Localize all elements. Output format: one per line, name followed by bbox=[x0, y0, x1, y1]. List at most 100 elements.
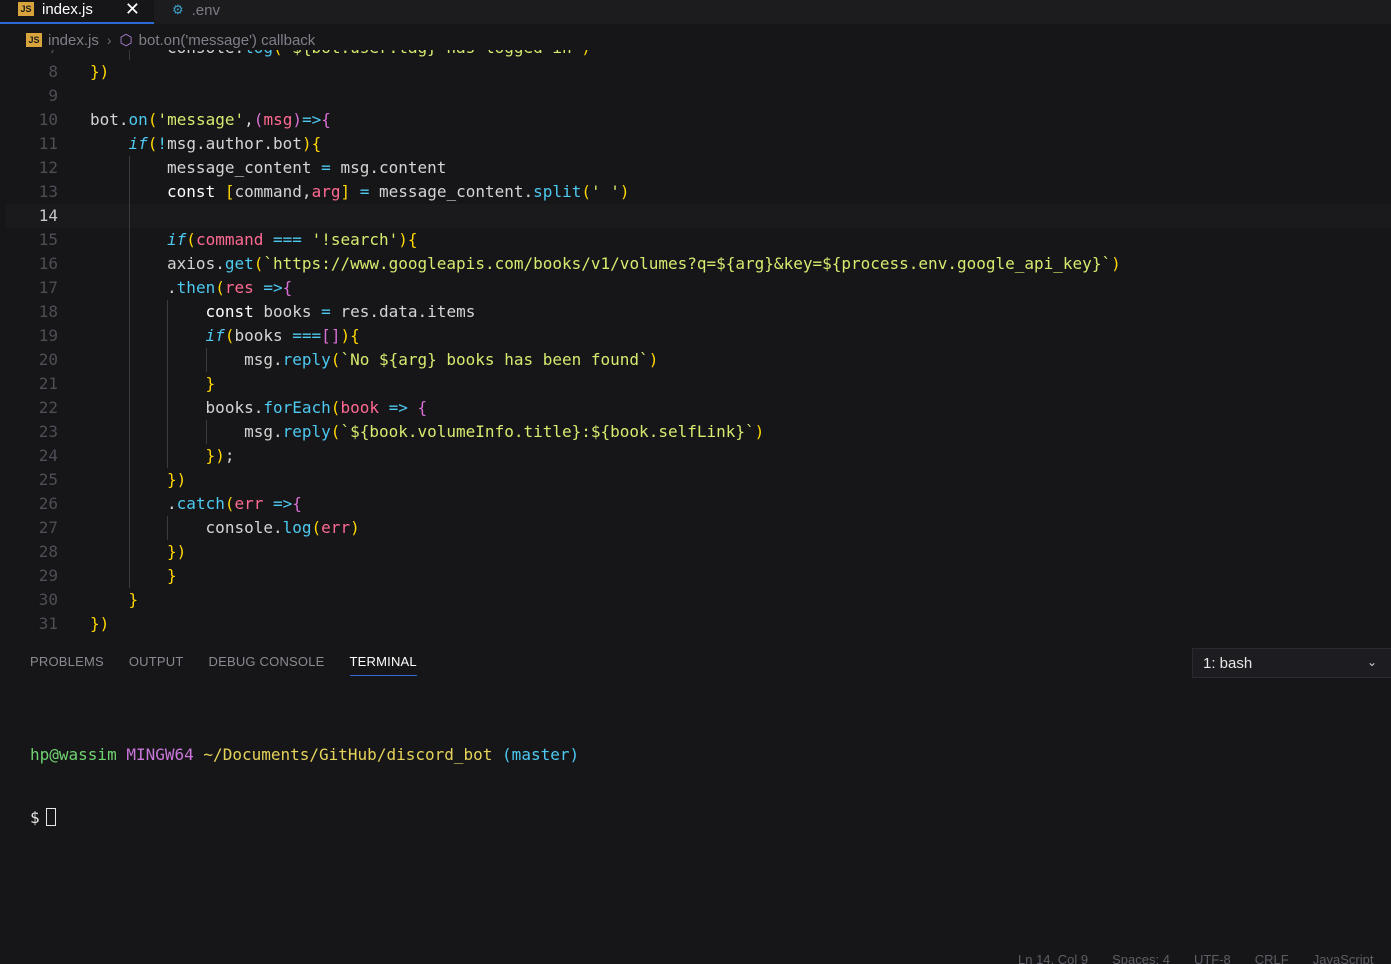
line-number: 18 bbox=[38, 302, 58, 321]
code-line[interactable]: 19 if(books ===[]){ bbox=[6, 324, 1391, 348]
line-number: 29 bbox=[38, 566, 58, 585]
code-line[interactable]: 9 bbox=[6, 84, 1391, 108]
code-line[interactable]: 27 console.log(err) bbox=[6, 516, 1391, 540]
close-icon[interactable]: ✕ bbox=[125, 0, 140, 20]
code-line[interactable]: 20 msg.reply(`No ${arg} books has been fo… bbox=[6, 348, 1391, 372]
indent-guide bbox=[128, 492, 130, 516]
status-cursor-position[interactable]: Ln 14, Col 9 bbox=[1018, 952, 1088, 964]
code-line[interactable]: 23 msg.reply(`${book.volumeInfo.title}:${… bbox=[6, 420, 1391, 444]
code-text: } bbox=[205, 374, 216, 393]
indent-guide bbox=[128, 540, 130, 564]
line-number: 22 bbox=[38, 398, 58, 417]
code-text: }); bbox=[205, 446, 235, 465]
code-line[interactable]: 14 bbox=[6, 204, 1391, 228]
code-text: if(books ===[]){ bbox=[205, 326, 360, 345]
env-file-icon: ⚙ bbox=[171, 2, 184, 17]
chevron-right-icon: › bbox=[106, 32, 112, 48]
js-file-icon: JS bbox=[18, 2, 34, 16]
code-line[interactable]: 12 message_content = msg.content bbox=[6, 156, 1391, 180]
status-encoding[interactable]: UTF-8 bbox=[1194, 952, 1231, 964]
breadcrumb-symbol[interactable]: bot.on('message') callback bbox=[139, 32, 316, 49]
terminal-cursor bbox=[45, 808, 56, 826]
breadcrumb-file[interactable]: index.js bbox=[48, 32, 99, 49]
line-number: 9 bbox=[48, 86, 58, 105]
code-line[interactable]: 13 const [command,arg] = message_content.… bbox=[6, 180, 1391, 204]
tab-output[interactable]: OUTPUT bbox=[129, 654, 184, 676]
bottom-panel: PROBLEMS OUTPUT DEBUG CONSOLE TERMINAL 1… bbox=[0, 640, 1391, 964]
code-text: }) bbox=[167, 542, 187, 561]
code-text: bot.on('message',(msg)=>{ bbox=[90, 110, 331, 129]
tab-index-js[interactable]: JS index.js ✕ bbox=[0, 0, 154, 24]
status-indentation[interactable]: Spaces: 4 bbox=[1112, 952, 1170, 964]
line-number: 15 bbox=[38, 230, 58, 249]
code-line[interactable]: 30} bbox=[6, 588, 1391, 612]
line-number: 21 bbox=[38, 374, 58, 393]
line-number: 7 bbox=[6, 50, 58, 60]
indent-guide bbox=[167, 444, 169, 468]
code-line[interactable]: 11 if(!msg.author.bot){ bbox=[6, 132, 1391, 156]
code-text: axios.get(`https://www.googleapis.com/bo… bbox=[167, 254, 1121, 273]
tab-label: .env bbox=[191, 1, 220, 19]
tab-debug-console[interactable]: DEBUG CONSOLE bbox=[209, 654, 325, 676]
code-line[interactable]: 22 books.forEach(book => { bbox=[6, 396, 1391, 420]
code-line[interactable]: 16 axios.get(`https://www.googleapis.com/… bbox=[6, 252, 1391, 276]
code-text: } bbox=[167, 566, 177, 585]
code-text: if(command === '!search'){ bbox=[167, 230, 418, 249]
panel-tabs: PROBLEMS OUTPUT DEBUG CONSOLE TERMINAL bbox=[30, 654, 417, 676]
code-line[interactable]: 29} bbox=[6, 564, 1391, 588]
line-number: 23 bbox=[38, 422, 58, 441]
code-editor[interactable]: 7 console.log(`${bot.user.tag} has logged… bbox=[6, 50, 1391, 640]
terminal-system: MINGW64 bbox=[126, 745, 194, 764]
indent-guide bbox=[128, 348, 130, 372]
tab-env[interactable]: ⚙ .env bbox=[154, 0, 234, 24]
status-eol[interactable]: CRLF bbox=[1255, 952, 1289, 964]
indent-guide bbox=[128, 324, 130, 348]
indent-guide bbox=[128, 180, 130, 204]
code-text: }) bbox=[90, 614, 110, 633]
line-number: 12 bbox=[38, 158, 58, 177]
terminal-branch: (master) bbox=[502, 745, 580, 764]
line-number: 28 bbox=[38, 542, 58, 561]
code-line[interactable]: 15 if(command === '!search'){ bbox=[6, 228, 1391, 252]
symbol-method-icon: ⬡ bbox=[119, 32, 133, 49]
line-number: 14 bbox=[38, 206, 58, 225]
line-number: 31 bbox=[38, 614, 58, 633]
status-bar: Ln 14, Col 9 Spaces: 4 UTF-8 CRLF JavaSc… bbox=[1018, 952, 1373, 964]
indent-guide bbox=[205, 348, 207, 372]
line-number: 8 bbox=[48, 62, 58, 81]
terminal-output[interactable]: hp@wassim MINGW64 ~/Documents/GitHub/dis… bbox=[30, 702, 579, 870]
code-text: } bbox=[128, 590, 139, 609]
code-line[interactable]: 26 .catch(err =>{ bbox=[6, 492, 1391, 516]
terminal-prompt-line: hp@wassim MINGW64 ~/Documents/GitHub/dis… bbox=[30, 744, 579, 765]
line-number: 19 bbox=[38, 326, 58, 345]
indent-guide bbox=[128, 252, 130, 276]
indent-guide bbox=[167, 396, 169, 420]
code-text: msg.reply(`No ${arg} books has been foun… bbox=[244, 350, 659, 369]
code-line[interactable]: 24}); bbox=[6, 444, 1391, 468]
indent-guide bbox=[128, 228, 130, 252]
tab-problems[interactable]: PROBLEMS bbox=[30, 654, 104, 676]
code-line[interactable]: 21} bbox=[6, 372, 1391, 396]
code-line[interactable]: 7 console.log(`${bot.user.tag} has logged… bbox=[6, 50, 1391, 60]
terminal-shell-select[interactable]: 1: bash ⌄ bbox=[1192, 648, 1391, 678]
tab-terminal[interactable]: TERMINAL bbox=[349, 654, 417, 676]
line-number: 20 bbox=[38, 350, 58, 369]
line-number: 24 bbox=[38, 446, 58, 465]
code-line[interactable]: 31}) bbox=[6, 612, 1391, 636]
code-line[interactable]: 10 bot.on('message',(msg)=>{ bbox=[6, 108, 1391, 132]
code-line[interactable]: 17 .then(res =>{ bbox=[6, 276, 1391, 300]
code-line[interactable]: 28}) bbox=[6, 540, 1391, 564]
terminal-input-line[interactable]: $ bbox=[30, 807, 579, 828]
indent-guide bbox=[128, 420, 130, 444]
status-language[interactable]: JavaScript bbox=[1313, 952, 1374, 964]
code-line[interactable]: 25}) bbox=[6, 468, 1391, 492]
indent-guide bbox=[167, 420, 169, 444]
indent-guide bbox=[167, 348, 169, 372]
line-number: 10 bbox=[38, 110, 58, 129]
code-line[interactable]: 18 const books = res.data.items bbox=[6, 300, 1391, 324]
indent-guide bbox=[128, 156, 130, 180]
line-number: 25 bbox=[38, 470, 58, 489]
code-line[interactable]: 8}) bbox=[6, 60, 1391, 84]
indent-guide bbox=[128, 468, 130, 492]
code-text: if(!msg.author.bot){ bbox=[128, 134, 322, 153]
